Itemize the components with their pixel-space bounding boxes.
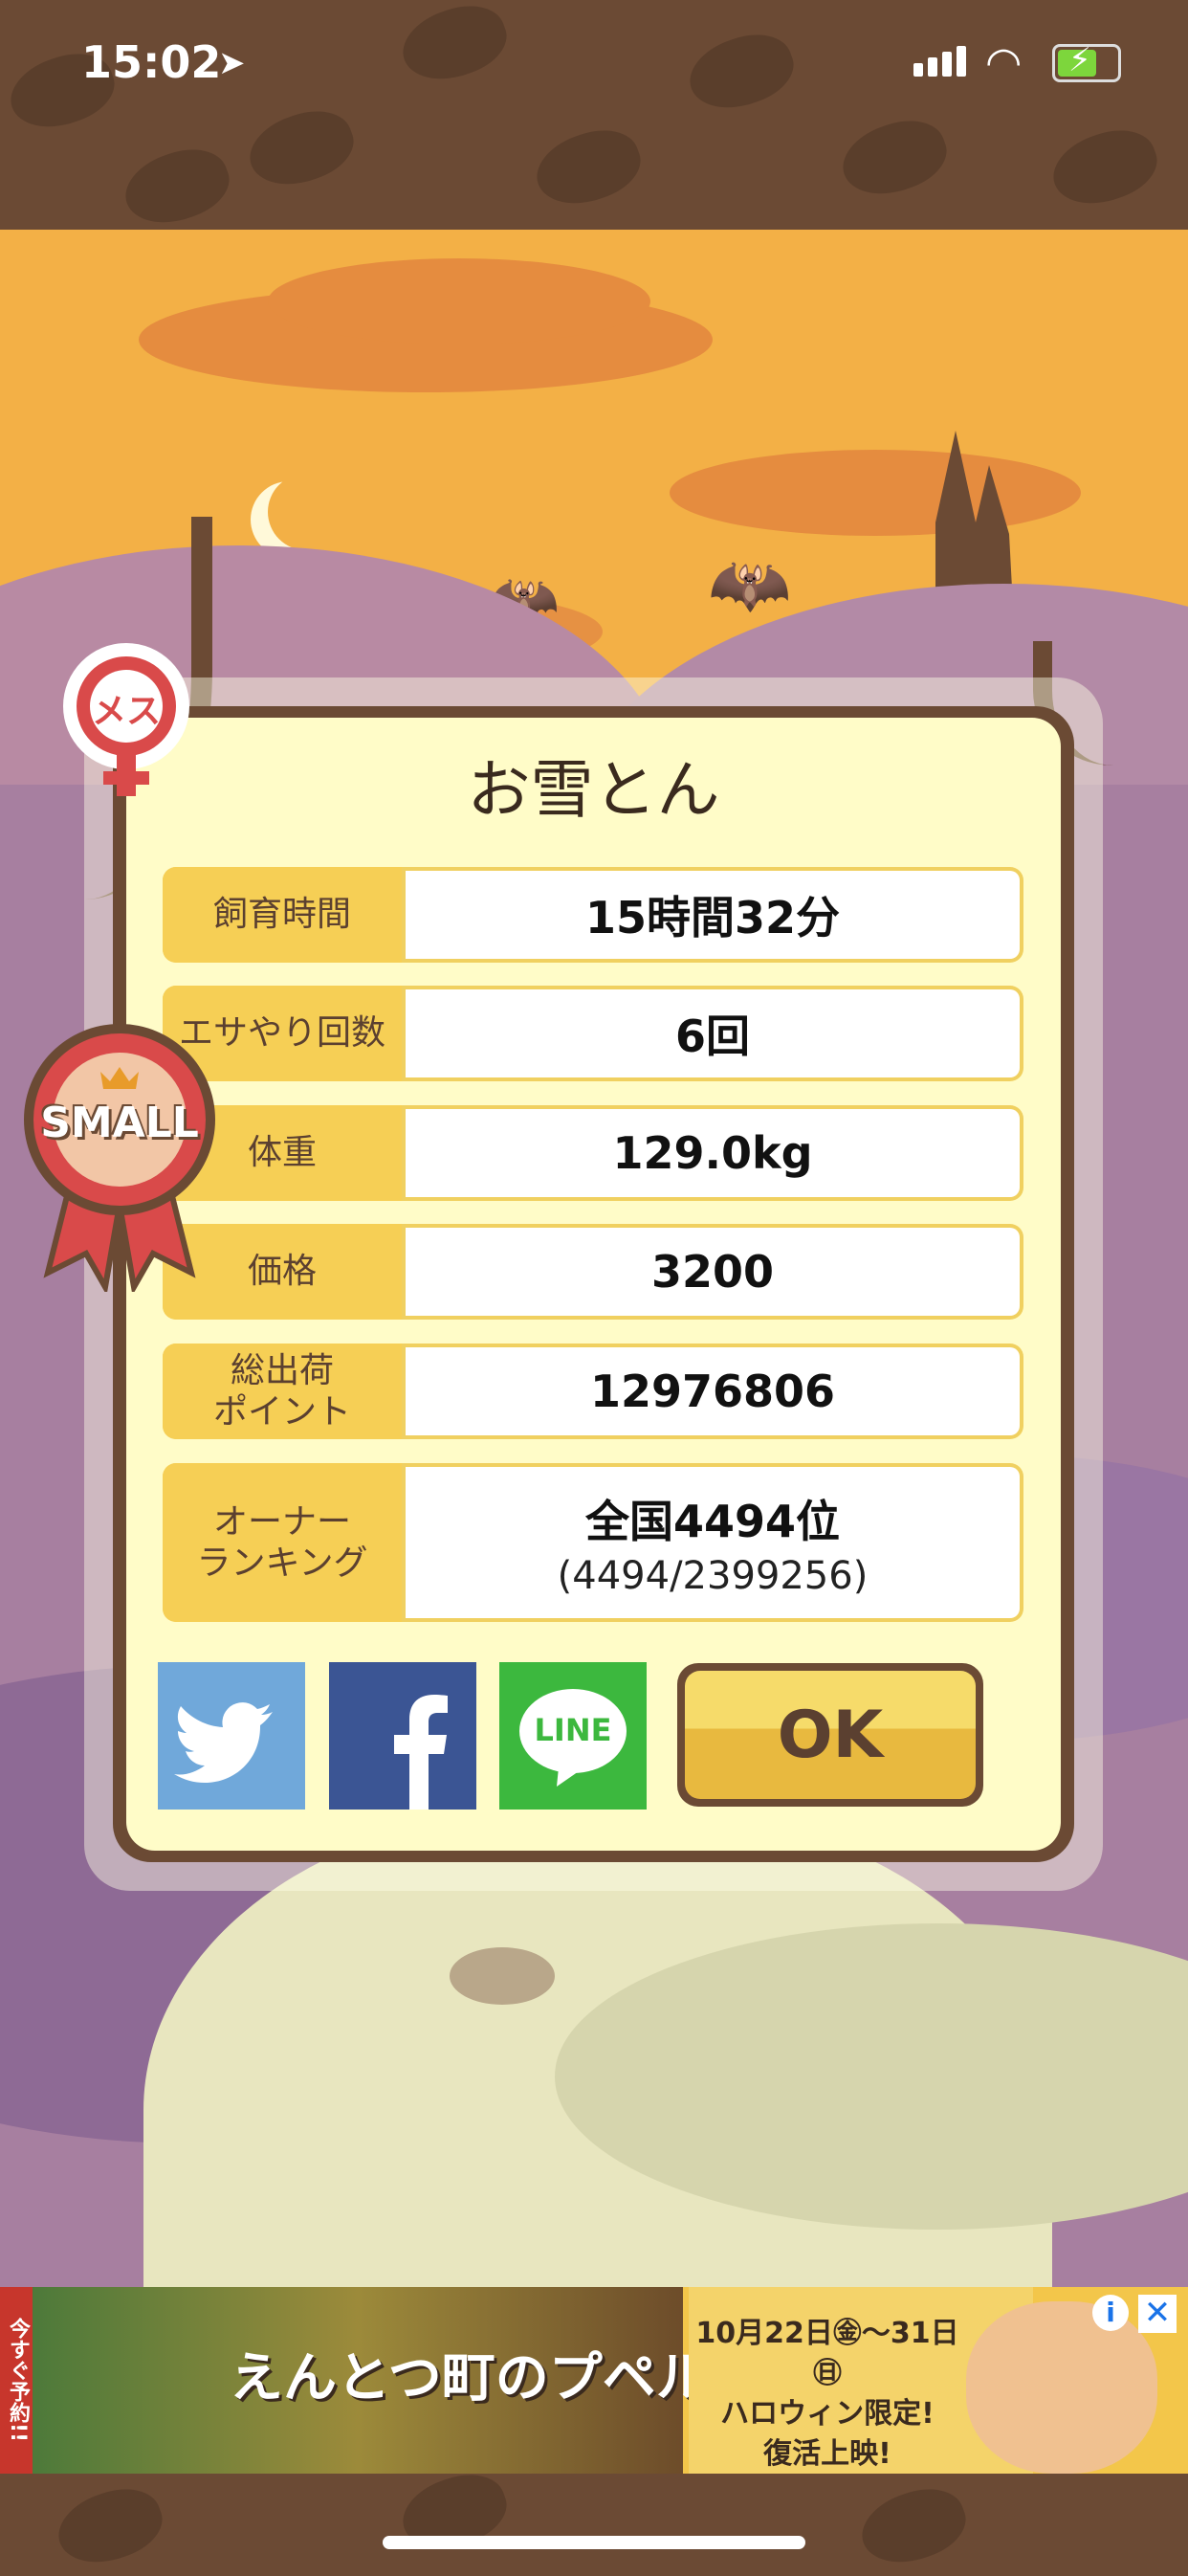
stat-label: 飼育時間 [163, 867, 402, 963]
twitter-bird-icon [174, 1702, 273, 1784]
female-gender-badge: メス [59, 641, 193, 804]
status-bar [0, 0, 1188, 236]
size-ribbon-badge: SMALL [19, 1014, 220, 1296]
stat-value: 129.0kg [406, 1109, 1020, 1197]
stat-value: 3200 [406, 1228, 1020, 1316]
stat-row-feeding-count: エサやり回数 6回 [163, 986, 1023, 1081]
stat-row-breeding-time: 飼育時間 15時間32分 [163, 867, 1023, 963]
ok-button-label: OK [685, 1671, 976, 1799]
gender-label: メス [91, 692, 161, 731]
ranking-detail: (4494/2399256) [557, 1554, 869, 1598]
line-share-button[interactable]: LINE [499, 1662, 647, 1810]
ad-info-icon[interactable]: i [1092, 2295, 1129, 2331]
stat-value: 15時間32分 [406, 871, 1020, 959]
size-label: SMALL [40, 1099, 199, 1147]
status-time: 15:02 [81, 36, 222, 88]
battery-charging-icon: ⚡ [1052, 41, 1121, 82]
stat-value: 6回 [406, 989, 1020, 1077]
home-indicator[interactable] [383, 2536, 805, 2549]
ok-button[interactable]: OK [677, 1663, 983, 1807]
cellular-signal-icon [913, 46, 971, 77]
ad-side-text: 今すぐ予約!! [0, 2287, 33, 2474]
ad-close-icon[interactable]: ✕ [1138, 2295, 1177, 2333]
line-logo-text: LINE [534, 1712, 612, 1748]
stat-value: 全国4494位 (4494/2399256) [406, 1467, 1020, 1618]
moon-icon [268, 474, 344, 550]
stat-label: オーナー ランキング [163, 1463, 402, 1622]
stat-row-weight: 体重 129.0kg [163, 1105, 1023, 1201]
facebook-share-button[interactable] [329, 1662, 476, 1810]
bat-icon: 🦇 [708, 545, 792, 624]
twitter-share-button[interactable] [158, 1662, 305, 1810]
ad-character-image [966, 2301, 1157, 2474]
stat-value: 12976806 [406, 1347, 1020, 1435]
ad-dates: 10月22日㊎〜31日㊐ ハロウィン限定! 復活上映! [695, 2317, 959, 2471]
stat-label: 総出荷 ポイント [163, 1344, 402, 1439]
stat-row-shipping-points: 総出荷 ポイント 12976806 [163, 1344, 1023, 1439]
bottom-bar [0, 2462, 1188, 2576]
stat-row-price: 価格 3200 [163, 1224, 1023, 1320]
pig-name-title: お雪とん [467, 753, 720, 827]
facebook-f-icon [394, 1695, 448, 1810]
location-arrow-icon: ➤ [218, 44, 246, 82]
ad-banner[interactable]: 今すぐ予約!! えんとつ町のプペル 10月22日㊎〜31日㊐ ハロウィン限定! … [0, 2287, 1188, 2474]
stat-row-owner-ranking: オーナー ランキング 全国4494位 (4494/2399256) [163, 1463, 1023, 1622]
ad-title: えんとつ町のプペル [230, 2347, 710, 2409]
wifi-icon: ◠ [985, 38, 1023, 87]
